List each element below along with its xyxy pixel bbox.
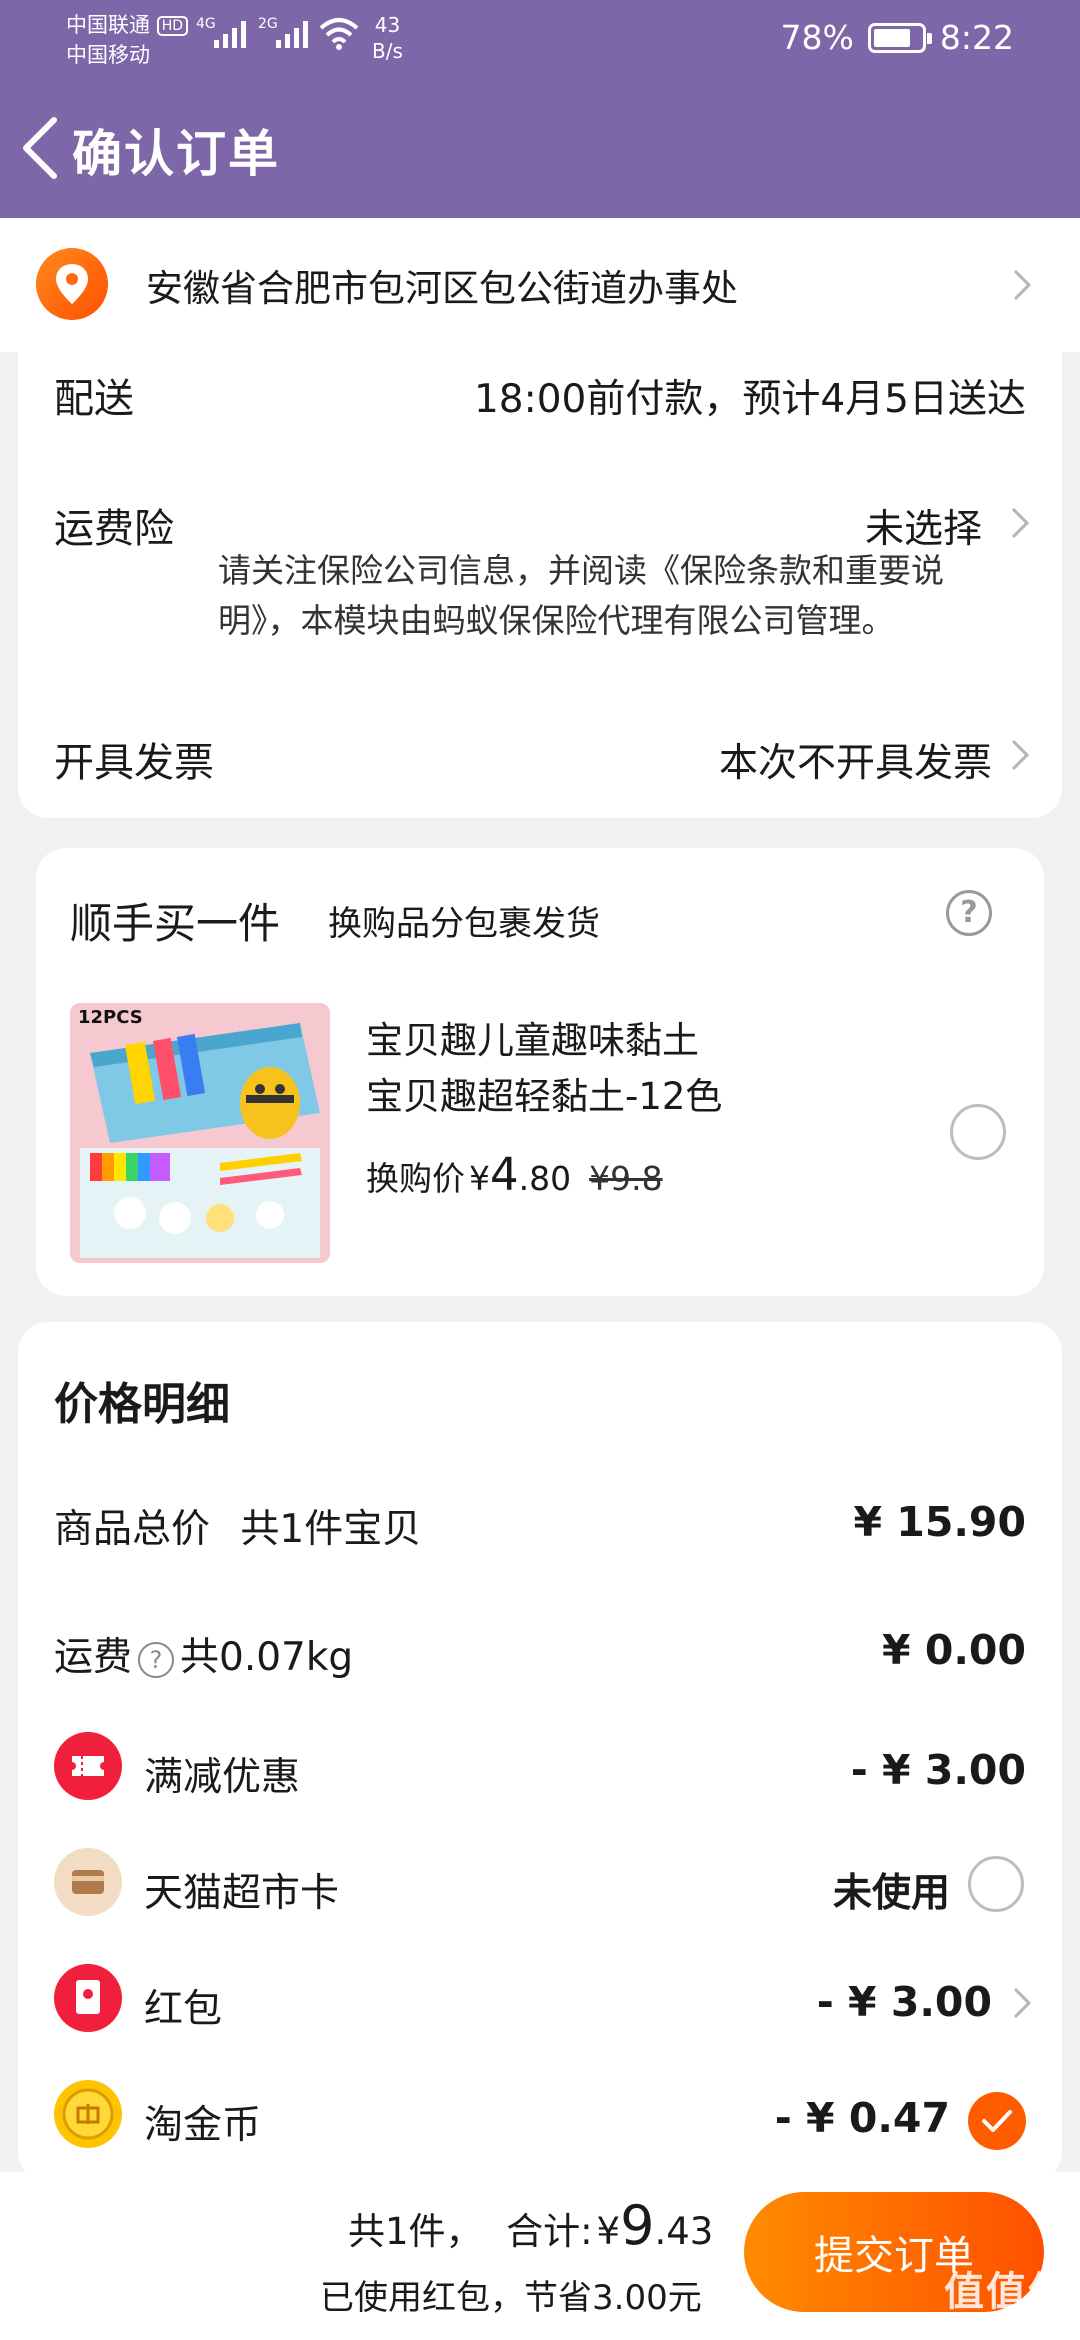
carrier-mobile: 中国移动 [66,43,150,67]
watermark-logo: 值值值 [944,2269,1070,2315]
order-total: 共1件， 合计: ¥ 9 .43 [348,2194,713,2257]
gold-coin-icon [54,2080,122,2148]
battery-icon [867,22,932,53]
saving-note: 已使用红包，节省3.00元 [320,2278,702,2318]
delivery-label: 配送 [54,376,134,422]
chevron-left-icon[interactable] [18,116,62,180]
coin-amount: - ¥ 0.47 [774,2094,950,2142]
carrier-unicom: 中国联通 [66,13,150,37]
currency-symbol: ¥ [469,1159,490,1198]
order-options-card: 配送 18:00前付款，预计4月5日送达 运费险 未选择 请关注保险公司信息，并… [18,330,1062,818]
goods-total-text: 商品总价 [54,1507,211,1552]
app-header: 中国联通 HD 中国移动 4G 2G 43 B/s 78% 8:22 确认订单 [0,0,1080,218]
speed-value: 43 [374,13,401,37]
product-name-line1[interactable]: 宝贝趣儿童趣味黏土 [366,1010,699,1064]
battery-percent: 78% [780,18,854,57]
checkout-bar: 共1件， 合计: ¥ 9 .43 已使用红包，节省3.00元 提交订单 值值值 … [0,2172,1080,2340]
red-packet-amount[interactable]: - ¥ 3.00 [817,1978,992,2026]
total-integer: 9 [620,2194,655,2257]
goods-total-amount: ¥ 15.90 [853,1498,1027,1546]
insurance-note: 请关注保险公司信息，并阅读《保险条款和重要说明》，本模块由蚂蚁保保险代理有限公司… [218,551,944,640]
chevron-right-icon [1013,269,1032,301]
red-packet-label[interactable]: 红包 [144,1978,222,2034]
full-discount-amount: - ¥ 3.00 [850,1746,1026,1794]
signal-icon [214,21,246,48]
price-detail-title: 价格明细 [54,1379,230,1430]
goods-count: 共1件宝贝 [240,1507,422,1552]
addon-title: 顺手买一件 [70,899,281,948]
supermarket-card-radio[interactable] [968,1856,1024,1912]
address-text: 安徽省合肥市包河区包公街道办事处 [146,267,738,310]
goods-total-label: 商品总价 共1件宝贝 [54,1498,421,1554]
product-name-line2[interactable]: 宝贝趣超轻黏土-12色 [366,1066,722,1120]
wifi-icon [319,18,359,50]
invoice-label[interactable]: 开具发票 [54,730,214,788]
battery-fill [873,28,910,47]
status-right: 78% 8:22 [781,18,1014,57]
supermarket-card-value: 未使用 [832,1871,950,1916]
total-currency: ¥ [596,2210,621,2253]
price-decimal: .80 [518,1159,572,1198]
card-icon [54,1848,122,1916]
question-circle-icon[interactable]: ? [946,890,992,936]
carrier-info: 中国联通 HD 中国移动 [66,10,188,70]
shipping-weight: 共0.07kg [180,1635,354,1680]
delivery-value: 18:00前付款，预计4月5日送达 [473,377,1026,422]
clock: 8:22 [939,18,1014,57]
signal-icon-2 [276,21,308,48]
addon-select-radio[interactable] [950,1104,1006,1160]
original-price: ¥9.8 [589,1159,663,1198]
total-prefix: 共1件， 合计: [348,2210,593,2253]
coin-label: 淘金币 [144,2103,262,2148]
price-integer: 4 [490,1148,519,1201]
full-discount-label: 满减优惠 [144,1755,301,1800]
page-title: 确认订单 [72,125,280,183]
addon-price: 换购价 ¥ 4 .80 ¥9.8 [366,1148,663,1201]
supermarket-card-label: 天猫超市卡 [144,1871,340,1916]
total-decimal: .43 [654,2210,714,2253]
network-speed: 43 B/s [372,12,403,64]
product-image[interactable]: 12PCS [70,1003,330,1263]
product-image-badge: 12PCS [78,1007,143,1028]
coin-checkbox[interactable] [968,2092,1026,2150]
question-circle-icon[interactable]: ? [138,1641,175,1678]
invoice-value[interactable]: 本次不开具发票 [719,732,992,788]
hd-badge: HD [156,16,188,36]
addon-subtitle: 换购品分包裹发货 [328,904,600,944]
shipping-fee-text: 运费 [54,1635,133,1680]
watermark-url: zhizhizhi.com [952,2317,1062,2336]
red-packet-icon [54,1964,122,2032]
price-detail-card: 价格明细 商品总价 共1件宝贝 ¥ 15.90 运费? 共0.07kg ¥ 0.0… [18,1322,1062,2182]
speed-unit: B/s [372,39,403,63]
chevron-right-icon [1013,1987,1032,2019]
checkmark-icon [982,2110,1012,2132]
chevron-right-icon [1011,507,1030,539]
status-bar: 中国联通 HD 中国移动 4G 2G 43 B/s 78% 8:22 [0,0,1080,80]
location-pin-icon [36,248,108,320]
coupon-ticket-icon [54,1732,122,1800]
shipping-fee-label: 运费? 共0.07kg [54,1626,353,1682]
price-label: 换购价 [366,1159,465,1198]
chevron-right-icon [1011,739,1030,771]
watermark: 值值值 zhizhizhi.com [944,2259,1070,2336]
addon-purchase-card: 顺手买一件 换购品分包裹发货 ? 12PCS 宝贝趣儿童趣味黏土 宝贝趣超轻黏土… [36,848,1044,1296]
shipping-fee-amount: ¥ 0.00 [882,1626,1026,1674]
shipping-insurance-label[interactable]: 运费险 [54,496,174,554]
